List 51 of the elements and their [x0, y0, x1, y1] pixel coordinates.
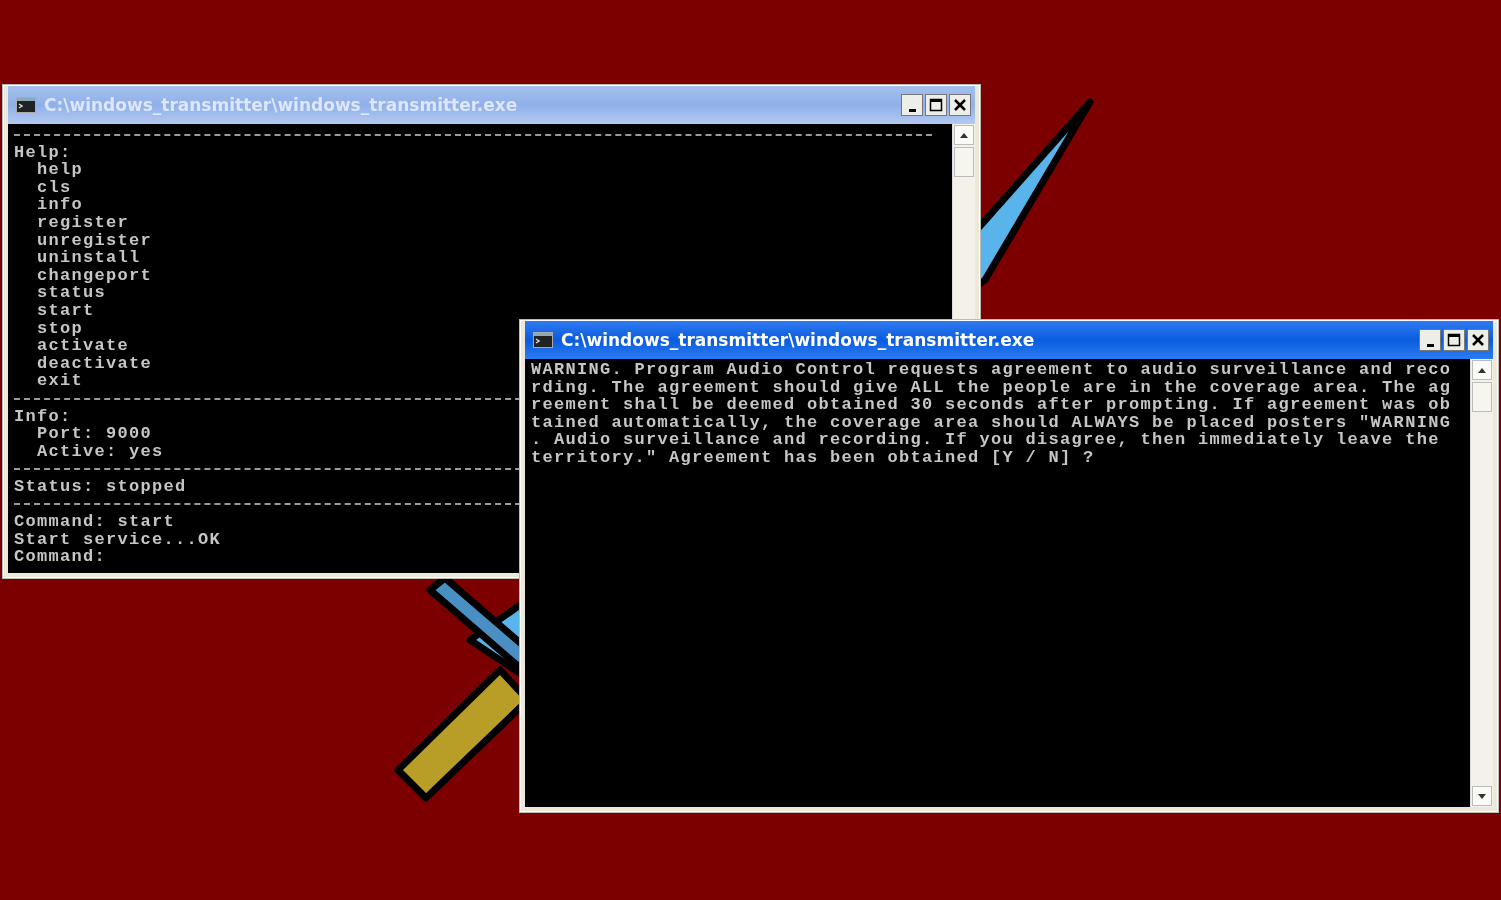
minimize-icon — [1426, 343, 1434, 347]
console-line: uninstall — [36, 249, 141, 267]
console-line: unregister — [36, 231, 153, 250]
scroll-up-icon — [1478, 367, 1486, 373]
console-line: info — [36, 196, 83, 214]
console-line: activate — [36, 337, 130, 355]
console-line: deactivate — [36, 354, 153, 373]
maximize-icon — [1447, 333, 1461, 347]
console-line: start — [36, 301, 95, 320]
console-icon — [533, 332, 553, 348]
scroll-down-button[interactable] — [1472, 786, 1492, 806]
minimize-button[interactable] — [901, 94, 923, 116]
scroll-down-icon — [1478, 793, 1486, 799]
maximize-button[interactable] — [925, 94, 947, 116]
console-line: Help: — [14, 143, 72, 162]
console-line: Start service...OK — [14, 530, 222, 549]
close-icon — [1472, 334, 1484, 346]
console-line: Command: start — [14, 513, 176, 531]
console-icon — [16, 97, 36, 113]
scroll-thumb[interactable] — [954, 147, 974, 177]
console-line: Command: — [14, 548, 106, 566]
maximize-button[interactable] — [1443, 329, 1465, 351]
console-line: register — [36, 213, 130, 232]
console-line: cls — [36, 178, 72, 197]
console-line: exit — [36, 372, 83, 390]
console-line: Port: 9000 — [36, 425, 153, 443]
scroll-up-icon — [960, 132, 968, 138]
console-line: help — [36, 161, 83, 179]
scroll-thumb[interactable] — [1472, 382, 1492, 412]
console-line: Status: stopped — [14, 477, 187, 496]
minimize-icon — [908, 108, 916, 112]
console-line: stop — [36, 319, 83, 338]
scroll-up-button[interactable] — [1472, 360, 1492, 380]
console-line: Info: — [14, 407, 72, 426]
console-line: territory." Agreement has been obtained [Y / N] ? — [531, 448, 1095, 467]
console-line: changeport — [36, 266, 153, 285]
close-button[interactable] — [949, 94, 971, 116]
window-title: C:\windows_transmitter\windows_transmitter.exe — [44, 95, 519, 115]
minimize-button[interactable] — [1419, 329, 1441, 351]
console-line: status — [36, 284, 106, 302]
console-line: Active: yes — [36, 442, 164, 461]
console-line: . Audio surveillance and recording. If you disagree, then immediately leave the — [531, 431, 1440, 449]
close-button[interactable] — [1467, 329, 1489, 351]
console-line: rding. The agreement should give ALL the people are in the coverage area. The ag — [531, 378, 1452, 397]
console-line: reement shall be deemed obtained 30 seconds after prompting. If agreement was ob — [531, 396, 1452, 414]
console-line: tained automatically, the coverage area should ALWAYS be placed posters "WARNING — [531, 413, 1452, 432]
window-title: C:\windows_transmitter\windows_transmitter.exe — [561, 330, 1036, 350]
scroll-up-button[interactable] — [954, 125, 974, 145]
maximize-icon — [929, 98, 943, 112]
console-line: WARNING. Program Audio Control requests agreement to audio surveillance and reco — [531, 361, 1452, 379]
close-icon — [954, 99, 966, 111]
